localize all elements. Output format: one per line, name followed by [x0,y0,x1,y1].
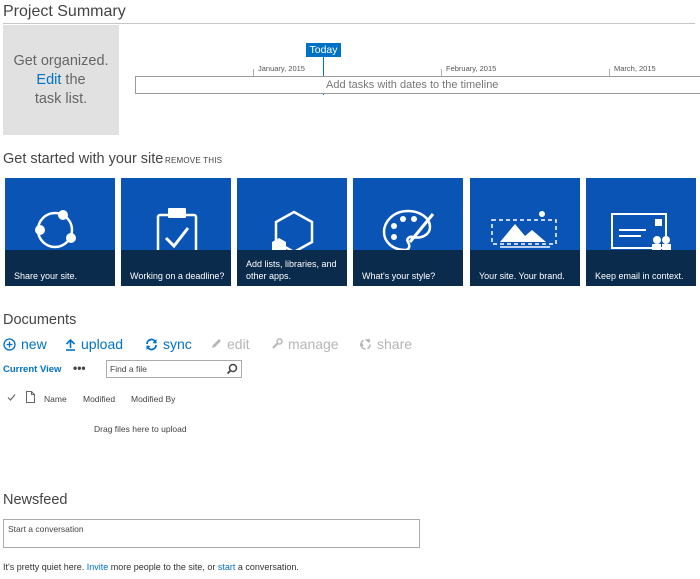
upload-arrow-icon [65,338,76,351]
tile-share-site[interactable]: Share your site. [5,178,115,286]
organize-line-2-rest: the [61,71,86,88]
organize-line-3: task list. [34,90,88,107]
upload-button[interactable]: upload [65,336,123,352]
contact-card-icon [611,213,671,250]
new-button[interactable]: new [3,336,47,352]
share-label: share [377,336,413,352]
tile-style[interactable]: What's your style? [353,178,463,286]
share-button[interactable]: share [359,336,412,352]
share-icon [35,210,76,249]
tile-caption: What's your style? [353,250,463,286]
project-summary-title: Project Summary [3,3,126,20]
plus-circle-icon [3,337,16,351]
tile-caption: Keep email in context. [586,250,696,286]
sync-button[interactable]: sync [145,336,192,352]
tile-deadline[interactable]: Working on a deadline? [121,178,231,286]
get-organized-box: Get organized. Edit the task list. [3,25,119,135]
month-label-march: March, 2015 [614,64,656,73]
documents-title: Documents [3,312,77,328]
get-started-title: Get started with your site [3,151,164,167]
quiet-text-1: It's pretty quiet here. [3,562,87,572]
tile-caption: Working on a deadline? [121,250,231,286]
column-header-modified[interactable]: Modified [83,394,115,404]
tile-add-apps[interactable]: Add lists, libraries, and other apps. [237,178,347,286]
tile-email[interactable]: Keep email in context. [586,178,696,286]
drag-files-hint: Drag files here to upload [94,424,187,434]
edit-button[interactable]: edit [210,336,250,352]
conversation-box [3,519,420,548]
month-tick [609,69,610,76]
more-options-button[interactable]: ••• [73,361,86,375]
edit-task-list-link[interactable]: Edit [36,72,61,88]
search-icon[interactable] [226,363,238,375]
conversation-input[interactable] [8,523,408,535]
clipboard-check-icon [156,208,198,250]
hexagon-apps-icon [272,210,314,250]
manage-label: manage [288,336,339,352]
remove-this-link[interactable]: REMOVE THIS [165,156,222,165]
timeline-placeholder: Add tasks with dates to the timeline [326,79,499,91]
month-label-january: January, 2015 [258,64,305,73]
today-marker: Today [306,43,341,57]
month-tick [253,69,254,76]
wrench-icon [272,338,283,349]
month-label-february: February, 2015 [446,64,497,73]
landscape-image-icon [491,211,557,248]
quiet-text-2: more people to the site, or [108,562,218,572]
select-all-check-icon[interactable] [7,393,16,402]
tile-caption: Your site. Your brand. [470,250,580,286]
edit-label: edit [227,336,250,352]
organize-line-2: Edit the [3,71,119,90]
organize-line-1: Get organized. [13,52,109,69]
file-type-icon [26,391,35,403]
new-label: new [21,336,47,352]
manage-button[interactable]: manage [271,336,339,352]
month-tick [441,69,442,76]
upload-label: upload [81,336,124,352]
start-conversation-link[interactable]: start [218,562,236,572]
invite-link[interactable]: Invite [87,562,109,572]
quiet-text-3: a conversation. [235,562,299,572]
find-file-box [106,360,242,378]
newsfeed-title: Newsfeed [3,492,68,508]
column-header-name[interactable]: Name [44,394,67,404]
sync-label: sync [163,336,192,352]
tile-caption: Add lists, libraries, and other apps. [237,250,347,286]
find-file-input[interactable] [110,363,220,375]
summary-divider [3,23,695,24]
column-header-modified-by[interactable]: Modified By [131,394,175,404]
pencil-icon [212,339,221,348]
palette-icon [382,209,435,250]
quiet-message: It's pretty quiet here. Invite more peop… [3,562,299,572]
tile-caption: Share your site. [5,250,115,286]
tile-brand[interactable]: Your site. Your brand. [470,178,580,286]
sync-icon [146,338,157,350]
current-view-link[interactable]: Current View [3,364,61,375]
share-circle-icon [359,338,371,350]
